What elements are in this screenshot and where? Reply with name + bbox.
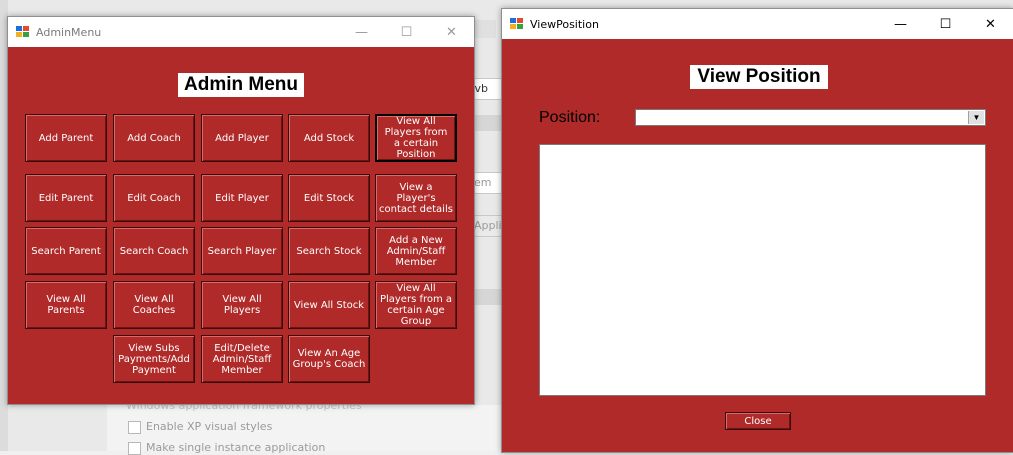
add-stock-button[interactable]: Add Stock bbox=[288, 114, 370, 162]
xp-styles-checkbox[interactable] bbox=[128, 421, 141, 434]
view-all-players-button[interactable]: View All Players bbox=[201, 281, 283, 329]
admin-menu-window: AdminMenu — ☐ ✕ Admin Menu Add Parent Add… bbox=[7, 16, 475, 405]
add-admin-staff-button[interactable]: Add a New Admin/Staff Member bbox=[375, 227, 457, 275]
position-label: Position: bbox=[539, 109, 601, 126]
close-icon[interactable]: ✕ bbox=[968, 9, 1013, 39]
view-players-by-position-button[interactable]: View All Players from a certain Position bbox=[375, 114, 457, 162]
search-player-button[interactable]: Search Player bbox=[201, 227, 283, 275]
view-position-title: ViewPosition bbox=[530, 17, 599, 31]
xp-styles-label: Enable XP visual styles bbox=[146, 420, 273, 433]
position-dropdown[interactable]: ▼ bbox=[635, 109, 986, 126]
view-all-parents-button[interactable]: View All Parents bbox=[25, 281, 107, 329]
search-parent-button[interactable]: Search Parent bbox=[25, 227, 107, 275]
single-instance-checkbox[interactable] bbox=[128, 442, 141, 455]
maximize-icon[interactable]: ☐ bbox=[384, 17, 429, 47]
minimize-icon[interactable]: — bbox=[878, 9, 923, 39]
positions-listbox[interactable] bbox=[539, 144, 986, 396]
close-button[interactable]: Close bbox=[725, 412, 791, 430]
view-position-titlebar[interactable]: ViewPosition — ☐ ✕ bbox=[502, 9, 1013, 39]
admin-menu-title: AdminMenu bbox=[36, 25, 102, 39]
app-icon bbox=[510, 18, 524, 30]
view-player-contact-button[interactable]: View a Player's contact details bbox=[375, 174, 457, 222]
chevron-down-icon[interactable]: ▼ bbox=[968, 111, 984, 124]
view-position-heading: View Position bbox=[690, 65, 828, 89]
maximize-icon[interactable]: ☐ bbox=[923, 9, 968, 39]
ide-partial-field[interactable]: em bbox=[470, 172, 504, 194]
edit-stock-button[interactable]: Edit Stock bbox=[288, 174, 370, 222]
view-age-group-coach-button[interactable]: View An Age Group's Coach bbox=[288, 335, 370, 383]
admin-menu-titlebar[interactable]: AdminMenu — ☐ ✕ bbox=[8, 17, 474, 47]
edit-coach-button[interactable]: Edit Coach bbox=[113, 174, 195, 222]
edit-parent-button[interactable]: Edit Parent bbox=[25, 174, 107, 222]
edit-delete-admin-staff-button[interactable]: Edit/Delete Admin/Staff Member bbox=[201, 335, 283, 383]
minimize-icon[interactable]: — bbox=[339, 17, 384, 47]
ide-partial-button-text: Appli bbox=[474, 219, 502, 232]
view-position-window: ViewPosition — ☐ ✕ View Position Positio… bbox=[501, 8, 1013, 453]
admin-menu-heading: Admin Menu bbox=[178, 73, 304, 97]
ide-partial-field-text: em bbox=[474, 176, 492, 189]
edit-player-button[interactable]: Edit Player bbox=[201, 174, 283, 222]
close-icon[interactable]: ✕ bbox=[429, 17, 474, 47]
app-icon bbox=[16, 26, 30, 38]
search-stock-button[interactable]: Search Stock bbox=[288, 227, 370, 275]
search-coach-button[interactable]: Search Coach bbox=[113, 227, 195, 275]
view-players-by-age-group-button[interactable]: View All Players from a certain Age Grou… bbox=[375, 281, 457, 329]
add-player-button[interactable]: Add Player bbox=[201, 114, 283, 162]
single-instance-label: Make single instance application bbox=[146, 441, 326, 454]
add-parent-button[interactable]: Add Parent bbox=[25, 114, 107, 162]
add-coach-button[interactable]: Add Coach bbox=[113, 114, 195, 162]
ide-partial-button[interactable]: Appli bbox=[470, 215, 504, 237]
view-all-coaches-button[interactable]: View All Coaches bbox=[113, 281, 195, 329]
view-subs-payments-button[interactable]: View Subs Payments/Add Payment bbox=[113, 335, 195, 383]
view-all-stock-button[interactable]: View All Stock bbox=[288, 281, 370, 329]
